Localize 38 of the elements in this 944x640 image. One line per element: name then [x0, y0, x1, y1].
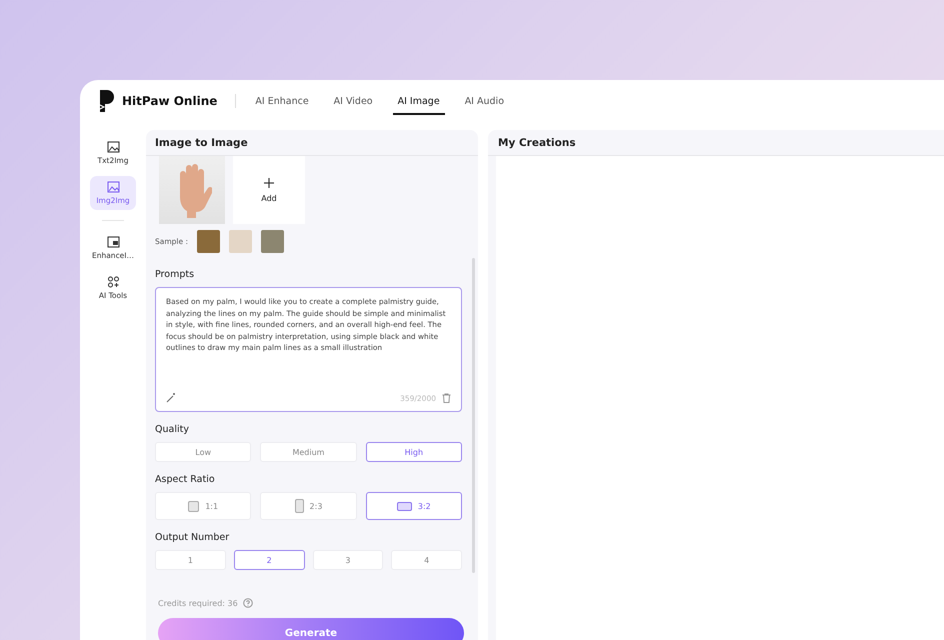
trash-icon — [442, 393, 451, 403]
enhance-icon — [106, 236, 120, 248]
nav-tab[interactable]: AI Video — [328, 88, 378, 114]
nav-tab[interactable]: AI Audio — [460, 88, 510, 114]
output-number-option[interactable]: 1 — [155, 550, 226, 570]
ratio-shape-icon — [294, 499, 304, 513]
tools-icon — [106, 276, 120, 288]
generate-button[interactable]: Generate — [158, 618, 464, 640]
magic-wand-icon — [166, 393, 176, 403]
nav-tab[interactable]: AI Image — [392, 88, 445, 114]
brand-name: HitPaw Online — [122, 94, 218, 108]
aspect-ratio-label: Aspect Ratio — [155, 474, 216, 485]
sample-thumbnail[interactable] — [197, 230, 220, 253]
nav-tab[interactable]: AI Enhance — [250, 88, 314, 114]
aspect-ratio-option[interactable]: 3:2 — [366, 492, 462, 520]
quality-option[interactable]: Low — [155, 442, 252, 462]
quality-option[interactable]: High — [366, 442, 462, 462]
sample-thumbnail[interactable] — [261, 230, 284, 253]
aspect-ratio-option[interactable]: 1:1 — [155, 492, 252, 520]
output-number-option[interactable]: 2 — [234, 550, 304, 570]
help-icon — [242, 598, 253, 608]
quality-label: Quality — [155, 424, 190, 435]
plus-icon — [264, 178, 274, 188]
ratio-shape-icon — [188, 500, 200, 512]
credits-text: Credits required: 36 — [158, 598, 238, 608]
output-number-label: Output Number — [155, 532, 230, 543]
image-icon — [106, 181, 120, 193]
output-number-option[interactable]: 4 — [391, 550, 462, 570]
ratio-shape-icon — [396, 502, 412, 510]
prompts-label: Prompts — [155, 269, 196, 280]
prompt-field[interactable] — [155, 287, 462, 412]
add-image-button[interactable]: Add — [233, 156, 305, 224]
quality-option[interactable]: Medium — [260, 442, 357, 462]
image-icon — [106, 141, 120, 153]
logo-icon — [98, 89, 116, 113]
aspect-ratio-option[interactable]: 2:3 — [260, 492, 357, 520]
output-number-option[interactable]: 3 — [312, 550, 384, 570]
sample-thumbnail[interactable] — [229, 230, 252, 253]
